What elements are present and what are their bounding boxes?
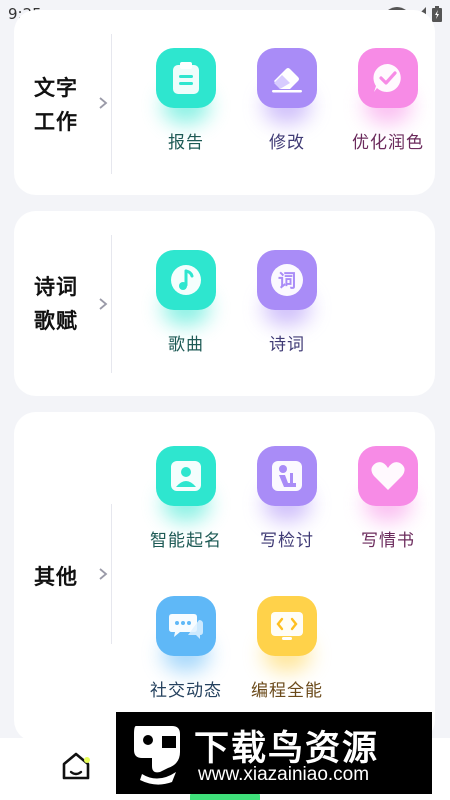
item-self-review[interactable]: 写检讨 bbox=[237, 446, 337, 566]
item-song[interactable]: 歌曲 bbox=[136, 250, 236, 370]
ci-character-icon: 词 bbox=[271, 264, 303, 296]
edit-tile[interactable] bbox=[257, 48, 317, 108]
section-label: 其他 bbox=[34, 565, 78, 589]
social-post-tile[interactable] bbox=[156, 596, 216, 656]
section-card-writing: 文字工作 报告 修改 优化润色 bbox=[14, 10, 435, 195]
report-tile[interactable] bbox=[156, 48, 216, 108]
person-icon bbox=[171, 461, 201, 491]
clipboard-icon bbox=[173, 62, 199, 94]
item-label: 社交动态 bbox=[150, 681, 222, 701]
chevron-right-icon bbox=[99, 298, 108, 310]
item-social-post[interactable]: 社交动态 bbox=[136, 596, 236, 716]
section-label-wrap[interactable]: 诗词歌赋 bbox=[14, 244, 98, 364]
poem-tile[interactable]: 词 bbox=[257, 250, 317, 310]
section-label: 文字工作 bbox=[34, 76, 78, 134]
item-label: 歌曲 bbox=[168, 335, 204, 355]
code-icon bbox=[271, 612, 303, 640]
item-love-letter[interactable]: 写情书 bbox=[338, 446, 438, 566]
section-label: 诗词歌赋 bbox=[34, 275, 78, 333]
item-polish[interactable]: 优化润色 bbox=[338, 48, 438, 168]
item-label: 编程全能 bbox=[251, 681, 323, 701]
eraser-icon bbox=[272, 68, 302, 93]
heart-icon bbox=[371, 462, 405, 490]
reading-person-icon bbox=[272, 461, 302, 491]
section-divider bbox=[111, 235, 112, 373]
item-label: 写情书 bbox=[361, 531, 415, 551]
ci-character-text: 词 bbox=[278, 271, 296, 292]
naming-tile[interactable] bbox=[156, 446, 216, 506]
song-tile[interactable] bbox=[156, 250, 216, 310]
section-divider bbox=[111, 34, 112, 174]
watermark-url: www.xiazainiao.com bbox=[198, 764, 370, 785]
polish-tile[interactable] bbox=[358, 48, 418, 108]
check-bubble-icon bbox=[373, 63, 401, 92]
item-naming[interactable]: 智能起名 bbox=[136, 446, 236, 566]
home-icon[interactable] bbox=[60, 750, 92, 782]
item-report[interactable]: 报告 bbox=[136, 48, 236, 168]
coding-tile[interactable] bbox=[257, 596, 317, 656]
item-edit[interactable]: 修改 bbox=[237, 48, 337, 168]
section-label-wrap[interactable]: 其他 bbox=[14, 512, 98, 642]
chevron-right-icon bbox=[99, 568, 108, 580]
section-card-other: 其他 智能起名 写检讨 写情书 社交动态 编程全能 bbox=[14, 412, 435, 742]
item-label: 报告 bbox=[168, 133, 204, 153]
bird-logo bbox=[134, 726, 180, 785]
item-label: 修改 bbox=[269, 133, 305, 153]
item-coding[interactable]: 编程全能 bbox=[237, 596, 337, 716]
music-note-icon bbox=[171, 265, 201, 295]
section-label-wrap[interactable]: 文字工作 bbox=[14, 45, 98, 165]
item-label: 优化润色 bbox=[352, 133, 424, 153]
section-divider bbox=[111, 504, 112, 644]
item-label: 智能起名 bbox=[150, 531, 222, 551]
love-letter-tile[interactable] bbox=[358, 446, 418, 506]
self-review-tile[interactable] bbox=[257, 446, 317, 506]
chevron-right-icon bbox=[99, 97, 108, 109]
item-label: 诗词 bbox=[269, 335, 305, 355]
battery-icon bbox=[432, 6, 442, 22]
item-poem[interactable]: 词 诗词 bbox=[237, 250, 337, 370]
section-card-poetry: 诗词歌赋 歌曲 词 诗词 bbox=[14, 211, 435, 396]
chat-bubbles-icon bbox=[169, 614, 203, 639]
watermark-banner: 下载鸟资源 www.xiazainiao.com bbox=[116, 712, 432, 794]
item-label: 写检讨 bbox=[260, 531, 314, 551]
